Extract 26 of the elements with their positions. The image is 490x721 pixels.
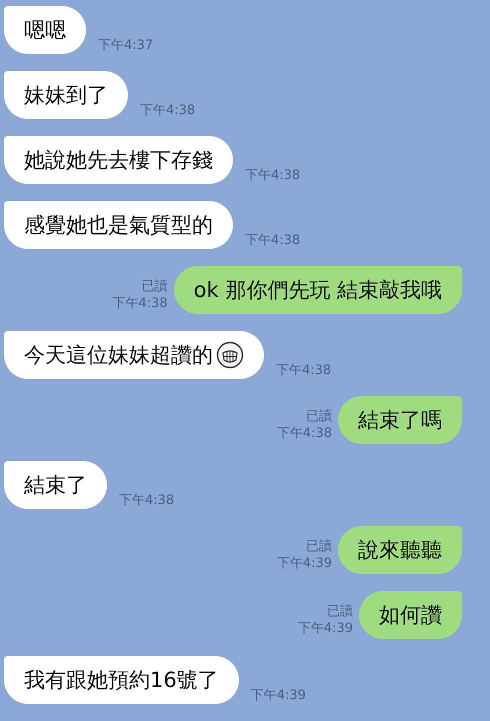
message-time: 下午4:39 — [298, 620, 353, 637]
read-receipt: 已讀 — [306, 408, 332, 425]
message-bubble[interactable]: 我有跟她預約16號了 — [4, 656, 239, 704]
read-receipt: 已讀 — [142, 278, 168, 295]
message-time: 下午4:39 — [276, 555, 332, 572]
message-time: 下午4:38 — [245, 232, 300, 249]
message-bubble[interactable]: 嗯嗯 — [4, 6, 86, 54]
message-bubble[interactable]: 感覺她也是氣質型的 — [4, 201, 233, 249]
message-bubble[interactable]: ok 那你們先玩 結束敲我哦 — [174, 266, 462, 314]
message-time: 下午4:38 — [119, 492, 174, 509]
message-time: 下午4:38 — [112, 295, 168, 312]
message-bubble[interactable]: 妹妹到了 — [4, 71, 128, 119]
message-time: 下午4:38 — [276, 425, 332, 442]
read-receipt: 已讀 — [327, 603, 353, 620]
message-bubble[interactable]: 結束了 — [4, 461, 107, 509]
message-time: 下午4:39 — [250, 687, 306, 704]
message-bubble[interactable]: 她說她先去樓下存錢 — [4, 136, 233, 184]
message-time: 下午4:38 — [276, 362, 332, 379]
message-time: 下午4:38 — [245, 167, 300, 184]
message-bubble[interactable]: 如何讚 — [359, 591, 462, 639]
message-bubble[interactable]: 說來聽聽 — [338, 526, 462, 574]
message-bubble[interactable]: 今天這位妹妹超讚的 — [4, 331, 264, 379]
message-bubble[interactable]: 結束了嗎 — [338, 396, 462, 444]
message-time: 下午4:38 — [140, 102, 196, 119]
read-receipt: 已讀 — [306, 538, 332, 555]
message-time: 下午4:37 — [98, 37, 154, 54]
